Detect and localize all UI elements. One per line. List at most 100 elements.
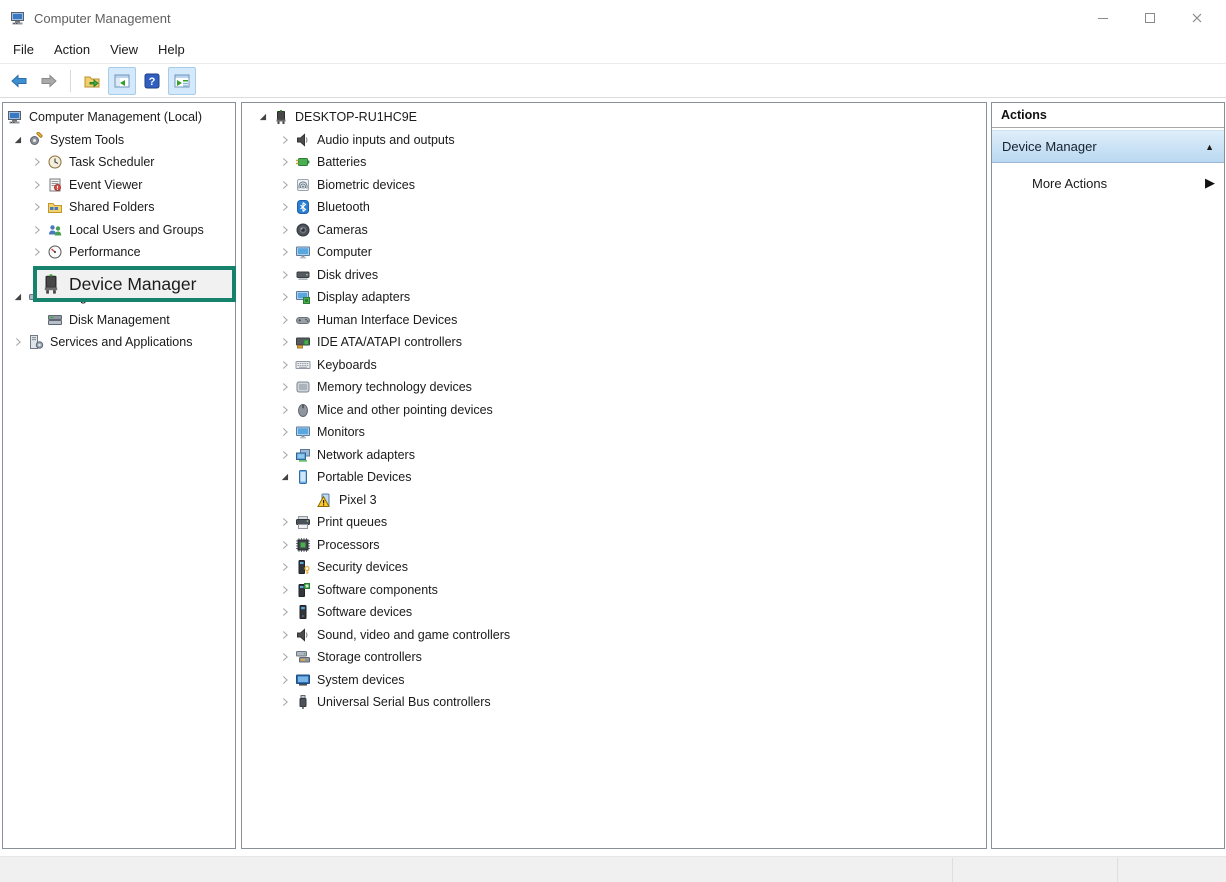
chevron-collapsed-icon[interactable] bbox=[26, 222, 47, 238]
chevron-collapsed-icon[interactable] bbox=[274, 379, 295, 395]
tree-item-network-adapters[interactable]: Network adapters bbox=[242, 444, 986, 467]
tree-item-sound-video-and-game-controllers[interactable]: Sound, video and game controllers bbox=[242, 624, 986, 647]
actions-header: Actions bbox=[992, 103, 1224, 128]
tree-item-label: Services and Applications bbox=[50, 335, 192, 349]
chevron-collapsed-icon[interactable] bbox=[274, 177, 295, 193]
chevron-collapsed-icon[interactable] bbox=[274, 244, 295, 260]
forward-arrow-button[interactable] bbox=[35, 67, 63, 95]
chevron-collapsed-icon[interactable] bbox=[274, 604, 295, 620]
chevron-collapsed-icon[interactable] bbox=[274, 312, 295, 328]
monitor-icon bbox=[295, 244, 311, 260]
tree-item-print-queues[interactable]: Print queues bbox=[242, 511, 986, 534]
maximize-button[interactable] bbox=[1126, 0, 1173, 36]
chevron-collapsed-icon[interactable] bbox=[274, 154, 295, 170]
export-list-button[interactable] bbox=[78, 67, 106, 95]
tree-item-event-viewer[interactable]: Event Viewer bbox=[3, 174, 235, 197]
chevron-collapsed-icon[interactable] bbox=[274, 447, 295, 463]
chevron-collapsed-icon[interactable] bbox=[274, 537, 295, 553]
menu-help[interactable]: Help bbox=[148, 36, 195, 63]
tree-item-processors[interactable]: Processors bbox=[242, 534, 986, 557]
tree-item-cameras[interactable]: Cameras bbox=[242, 219, 986, 242]
tree-item-desktop-ru1hc9e[interactable]: DESKTOP-RU1HC9E bbox=[242, 106, 986, 129]
chevron-collapsed-icon[interactable] bbox=[26, 244, 47, 260]
tree-item-storage-controllers[interactable]: Storage controllers bbox=[242, 646, 986, 669]
chevron-collapsed-icon[interactable] bbox=[274, 334, 295, 350]
help-button[interactable]: ? bbox=[138, 67, 166, 95]
back-arrow-button[interactable] bbox=[5, 67, 33, 95]
window-controls bbox=[1079, 0, 1220, 36]
chevron-expanded-icon[interactable] bbox=[252, 109, 273, 125]
show-console-tree-button[interactable] bbox=[108, 67, 136, 95]
chevron-collapsed-icon[interactable] bbox=[274, 514, 295, 530]
tree-item-ide-ata-atapi-controllers[interactable]: IDE ATA/ATAPI controllers bbox=[242, 331, 986, 354]
chevron-spacer bbox=[26, 312, 47, 328]
storage-controller-icon bbox=[295, 649, 311, 665]
tree-item-bluetooth[interactable]: Bluetooth bbox=[242, 196, 986, 219]
chevron-collapsed-icon[interactable] bbox=[26, 154, 47, 170]
chevron-collapsed-icon[interactable] bbox=[274, 357, 295, 373]
tree-item-memory-technology-devices[interactable]: Memory technology devices bbox=[242, 376, 986, 399]
collapse-arrow-icon[interactable]: ▲ bbox=[1205, 142, 1214, 152]
chevron-collapsed-icon[interactable] bbox=[274, 627, 295, 643]
tree-item-performance[interactable]: Performance bbox=[3, 241, 235, 264]
tree-item-disk-drives[interactable]: Disk drives bbox=[242, 264, 986, 287]
tree-item-system-tools[interactable]: System Tools bbox=[3, 129, 235, 152]
monitor-icon bbox=[295, 424, 311, 440]
chevron-collapsed-icon[interactable] bbox=[274, 672, 295, 688]
usb-icon bbox=[295, 694, 311, 710]
tree-item-task-scheduler[interactable]: Task Scheduler bbox=[3, 151, 235, 174]
chevron-collapsed-icon[interactable] bbox=[274, 402, 295, 418]
tree-item-mice-and-other-pointing-devices[interactable]: Mice and other pointing devices bbox=[242, 399, 986, 422]
chevron-collapsed-icon[interactable] bbox=[7, 334, 28, 350]
tree-item-batteries[interactable]: Batteries bbox=[242, 151, 986, 174]
chevron-collapsed-icon[interactable] bbox=[26, 177, 47, 193]
chevron-expanded-icon[interactable] bbox=[274, 469, 295, 485]
tree-item-human-interface-devices[interactable]: Human Interface Devices bbox=[242, 309, 986, 332]
minimize-button[interactable] bbox=[1079, 0, 1126, 36]
menu-file[interactable]: File bbox=[3, 36, 44, 63]
tree-item-software-devices[interactable]: Software devices bbox=[242, 601, 986, 624]
chevron-collapsed-icon[interactable] bbox=[274, 289, 295, 305]
tree-item-shared-folders[interactable]: Shared Folders bbox=[3, 196, 235, 219]
security-device-icon bbox=[295, 559, 311, 575]
tree-item-universal-serial-bus-controllers[interactable]: Universal Serial Bus controllers bbox=[242, 691, 986, 714]
chevron-collapsed-icon[interactable] bbox=[274, 582, 295, 598]
task-scheduler-icon bbox=[47, 154, 63, 170]
tree-item-pixel-3[interactable]: Pixel 3 bbox=[242, 489, 986, 512]
chevron-collapsed-icon[interactable] bbox=[274, 199, 295, 215]
tree-item-system-devices[interactable]: System devices bbox=[242, 669, 986, 692]
tree-item-local-users-and-groups[interactable]: Local Users and Groups bbox=[3, 219, 235, 242]
tree-item-label: System devices bbox=[317, 673, 405, 687]
chevron-collapsed-icon[interactable] bbox=[274, 267, 295, 283]
tree-item-disk-management[interactable]: Disk Management bbox=[3, 309, 235, 332]
chevron-expanded-icon[interactable] bbox=[7, 132, 28, 148]
tree-item-keyboards[interactable]: Keyboards bbox=[242, 354, 986, 377]
more-actions-item[interactable]: More Actions ▶ bbox=[992, 163, 1224, 203]
tree-item-biometric-devices[interactable]: Biometric devices bbox=[242, 174, 986, 197]
chevron-collapsed-icon[interactable] bbox=[274, 559, 295, 575]
menu-view[interactable]: View bbox=[100, 36, 148, 63]
device-list-panel: DESKTOP-RU1HC9EAudio inputs and outputsB… bbox=[241, 102, 987, 849]
tree-item-software-components[interactable]: Software components bbox=[242, 579, 986, 602]
tree-item-portable-devices[interactable]: Portable Devices bbox=[242, 466, 986, 489]
highlight-box-device-manager[interactable]: Device Manager bbox=[33, 266, 236, 302]
actions-group-device-manager[interactable]: Device Manager ▲ bbox=[992, 130, 1224, 163]
tree-item-services-and-applications[interactable]: Services and Applications bbox=[3, 331, 235, 354]
close-button[interactable] bbox=[1173, 0, 1220, 36]
chevron-expanded-icon[interactable] bbox=[7, 289, 28, 305]
menu-action[interactable]: Action bbox=[44, 36, 100, 63]
chevron-collapsed-icon[interactable] bbox=[274, 694, 295, 710]
chevron-collapsed-icon[interactable] bbox=[26, 199, 47, 215]
tree-item-computer[interactable]: Computer bbox=[242, 241, 986, 264]
show-action-pane-button[interactable] bbox=[168, 67, 196, 95]
chevron-collapsed-icon[interactable] bbox=[274, 222, 295, 238]
tree-item-computer-management-local[interactable]: Computer Management (Local) bbox=[3, 106, 235, 129]
tree-item-monitors[interactable]: Monitors bbox=[242, 421, 986, 444]
chevron-collapsed-icon[interactable] bbox=[274, 649, 295, 665]
chevron-collapsed-icon[interactable] bbox=[274, 132, 295, 148]
tree-item-security-devices[interactable]: Security devices bbox=[242, 556, 986, 579]
chevron-collapsed-icon[interactable] bbox=[274, 424, 295, 440]
event-viewer-icon bbox=[47, 177, 63, 193]
tree-item-audio-inputs-and-outputs[interactable]: Audio inputs and outputs bbox=[242, 129, 986, 152]
tree-item-display-adapters[interactable]: Display adapters bbox=[242, 286, 986, 309]
